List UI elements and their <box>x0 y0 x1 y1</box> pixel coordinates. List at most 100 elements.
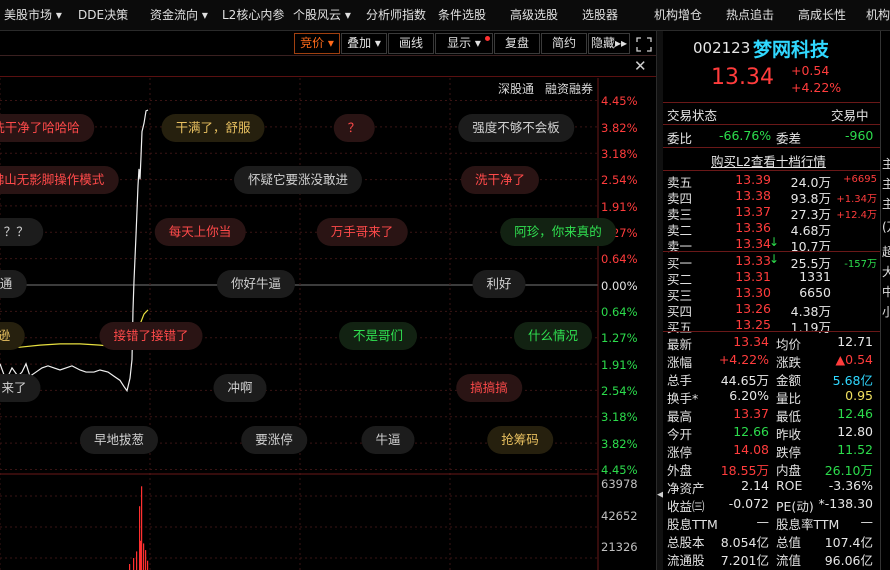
ask-volume-change: +1.34万 <box>836 194 877 205</box>
menu-l2-core[interactable]: L2核心内参 <box>222 6 284 23</box>
danmaku-bubble[interactable]: 利好 <box>472 270 526 298</box>
pct-label: 3.82% <box>601 121 638 135</box>
stat-value: 12.66 <box>733 424 769 439</box>
danmaku-bubble[interactable]: 抢筹码 <box>487 426 553 454</box>
danmaku-bubble[interactable]: 来了 <box>0 374 41 402</box>
stat-value: — <box>756 514 770 529</box>
menu-dde[interactable]: DDE决策 <box>78 6 128 23</box>
danmaku-bubble[interactable]: 强度不够不会板 <box>458 114 574 142</box>
stat-value: 5.68亿 <box>832 373 873 388</box>
danmaku-bubble[interactable]: 每天上你当 <box>154 218 246 246</box>
stat-label: 流通股 <box>667 553 705 568</box>
side-panel-label: (万 <box>882 220 890 234</box>
danmaku-bubble[interactable]: 佛山无影脚操作模式 <box>0 166 119 194</box>
ask-price: 13.38 <box>735 188 771 203</box>
stat-label: PE(动) <box>776 499 814 514</box>
stat-label: 昨收 <box>776 427 802 442</box>
stat-label: 均价 <box>776 337 802 352</box>
volume-bar <box>145 550 147 570</box>
chart-toolbar: 竞价 ▾ 叠加 ▾ 画线 显示 ▾ 复盘 简约 隐藏▸▸ <box>0 31 660 56</box>
stat-label: 净资产 <box>667 481 705 496</box>
bid-price: 13.25 <box>735 317 771 332</box>
stat-label: 跌停 <box>776 445 802 460</box>
danmaku-bubble[interactable]: 早地拔葱 <box>79 426 159 454</box>
menu-analyst-index[interactable]: 分析师指数 <box>366 6 426 23</box>
menu-advanced-screen[interactable]: 高级选股 <box>510 6 558 23</box>
stat-value: 0.95 <box>845 388 873 403</box>
menu-institution[interactable]: 机构增仓 <box>654 6 702 23</box>
danmaku-bubble[interactable]: 要涨停 <box>241 426 307 454</box>
danmaku-bubble[interactable]: 洗干净了 <box>460 166 540 194</box>
pct-label-zero: 0.00% <box>601 279 638 293</box>
trade-status-value: 交易中 <box>831 108 869 123</box>
display-button[interactable]: 显示 ▾ <box>435 33 493 54</box>
danmaku-bubble[interactable]: 通 <box>0 270 27 298</box>
danmaku-bubble[interactable]: 接错了接错了 <box>99 322 203 350</box>
danmaku-bubble[interactable]: 什么情况 <box>513 322 593 350</box>
danmaku-bubble[interactable]: 牛逼 <box>361 426 415 454</box>
danmaku-bubble[interactable]: 逊 <box>0 322 25 350</box>
auction-button[interactable]: 竞价 ▾ <box>294 33 340 54</box>
danmaku-bubble[interactable]: 干满了，舒服 <box>161 114 265 142</box>
price-change-pct: +4.22% <box>791 80 842 95</box>
volume-bar <box>143 543 145 570</box>
pct-label: 1.91% <box>601 358 638 372</box>
pct-label: 3.18% <box>601 147 638 161</box>
menu-more[interactable]: 机构 <box>866 6 890 23</box>
stat-value: +4.22% <box>718 352 769 367</box>
side-panel-label: 主 <box>882 155 890 172</box>
volume-label: 21326 <box>601 540 638 554</box>
danmaku-bubble[interactable]: ？ <box>333 114 375 142</box>
l2-upgrade-link[interactable]: 购买L2查看十档行情 <box>711 151 826 170</box>
stat-value: *-138.30 <box>818 496 874 511</box>
pct-label: 0.64% <box>601 252 638 266</box>
replay-button[interactable]: 复盘 <box>494 33 540 54</box>
stock-name: 梦网科技 <box>753 39 830 61</box>
danmaku-bubble[interactable]: 万手哥来了 <box>316 218 408 246</box>
simple-button[interactable]: 简约 <box>541 33 587 54</box>
pct-label: 3.18% <box>601 410 638 424</box>
down-arrow-icon: ↓ <box>769 235 780 249</box>
menu-hotspot[interactable]: 热点追击 <box>726 6 774 23</box>
weicha-value: -960 <box>845 128 874 143</box>
stat-label: 涨停 <box>667 445 693 460</box>
menu-fund-flow[interactable]: 资金流向 ▾ <box>150 6 208 23</box>
volume-bar <box>141 486 143 570</box>
danmaku-bubble[interactable]: 阿珍，你来真的 <box>500 218 616 246</box>
menu-condition-screen[interactable]: 条件选股 <box>438 6 486 23</box>
danmaku-bubble[interactable]: ？？？ <box>0 218 43 246</box>
pct-label: 3.82% <box>601 437 638 451</box>
overlay-button[interactable]: 叠加 ▾ <box>341 33 387 54</box>
stat-value: 14.08 <box>733 442 769 457</box>
pct-label: 2.54% <box>601 384 638 398</box>
danmaku-bubble[interactable]: 不是哥们 <box>338 322 418 350</box>
menu-us-market[interactable]: 美股市场 ▾ <box>4 6 62 23</box>
pct-label: 4.45% <box>601 463 638 477</box>
pct-label: 4.45% <box>601 94 638 108</box>
menu-screener[interactable]: 选股器 <box>582 6 618 23</box>
fullscreen-icon[interactable] <box>631 33 657 55</box>
volume-bars <box>129 486 149 570</box>
stat-label: 换手* <box>667 391 699 406</box>
bid-price: 13.26 <box>735 301 771 316</box>
menu-growth[interactable]: 高成长性 <box>798 6 846 23</box>
divider <box>663 147 880 148</box>
stat-label: 今开 <box>667 427 693 442</box>
top-menu-bar: 美股市场 ▾ DDE决策 资金流向 ▾ L2核心内参 个股风云 ▾ 分析师指数 … <box>0 0 890 31</box>
danmaku-bubble[interactable]: 洗干净了哈哈哈 <box>0 114 94 142</box>
bid-price: 13.31 <box>735 269 771 284</box>
pct-label: 1.91% <box>601 200 638 214</box>
danmaku-bubble[interactable]: 怀疑它要涨没敢进 <box>233 166 363 194</box>
hide-button[interactable]: 隐藏▸▸ <box>588 33 630 54</box>
side-panel-label: 超 <box>882 243 890 260</box>
draw-line-button[interactable]: 画线 <box>388 33 434 54</box>
stat-value: ▲0.54 <box>835 352 873 367</box>
menu-stock-news[interactable]: 个股风云 ▾ <box>293 6 351 23</box>
danmaku-bubble[interactable]: 冲啊 <box>213 374 267 402</box>
quote-panel: 002123 梦网科技 13.34 +0.54 +4.22% 交易状态 交易中 … <box>663 31 880 570</box>
danmaku-bubble[interactable]: 你好牛逼 <box>216 270 296 298</box>
danmaku-bubble[interactable]: 搞搞搞 <box>456 374 522 402</box>
bid-volume-change: -157万 <box>844 259 877 270</box>
stat-value: 12.46 <box>837 406 873 421</box>
down-arrow-icon: ↓ <box>769 252 780 266</box>
